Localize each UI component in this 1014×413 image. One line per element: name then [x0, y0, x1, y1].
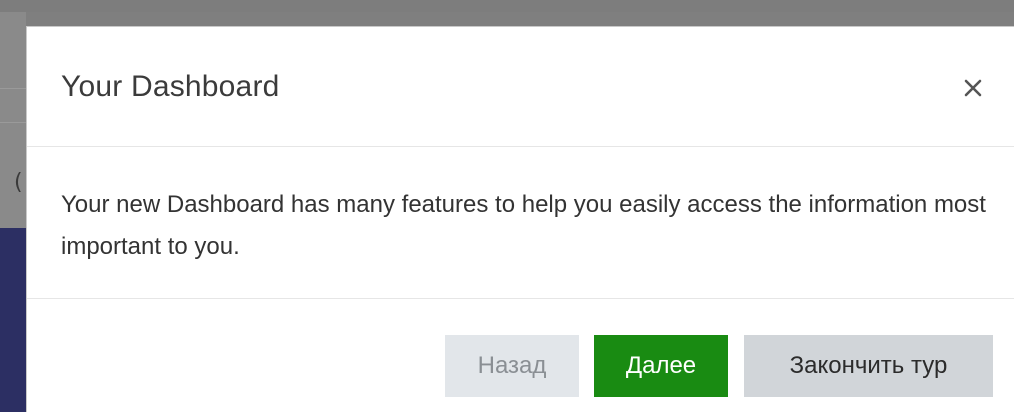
back-button-label: Назад	[477, 352, 547, 379]
next-button-label: Далее	[625, 352, 697, 379]
dialog-body-text: Your new Dashboard has many features to …	[61, 191, 986, 260]
backdrop-edge-divider	[0, 122, 26, 123]
close-icon	[964, 79, 982, 97]
backdrop-edge-glyph: (	[14, 170, 23, 195]
dialog-header: Your Dashboard	[27, 27, 1014, 147]
tour-dialog: Your Dashboard Your new Dashboard has ma…	[26, 26, 1014, 412]
dialog-footer: Назад Далее Закончить тур	[27, 299, 1014, 413]
dialog-title: Your Dashboard	[61, 70, 280, 103]
end-tour-button-label: Закончить тур	[789, 352, 948, 379]
dialog-body: Your new Dashboard has many features to …	[27, 147, 1014, 299]
backdrop-dark-panel	[0, 228, 26, 412]
backdrop-edge-divider	[0, 88, 26, 89]
back-button[interactable]: Назад	[445, 335, 579, 397]
close-button[interactable]	[956, 71, 990, 105]
backdrop-top-strip	[0, 0, 1014, 12]
end-tour-button[interactable]: Закончить тур	[744, 335, 993, 397]
next-button[interactable]: Далее	[594, 335, 728, 397]
